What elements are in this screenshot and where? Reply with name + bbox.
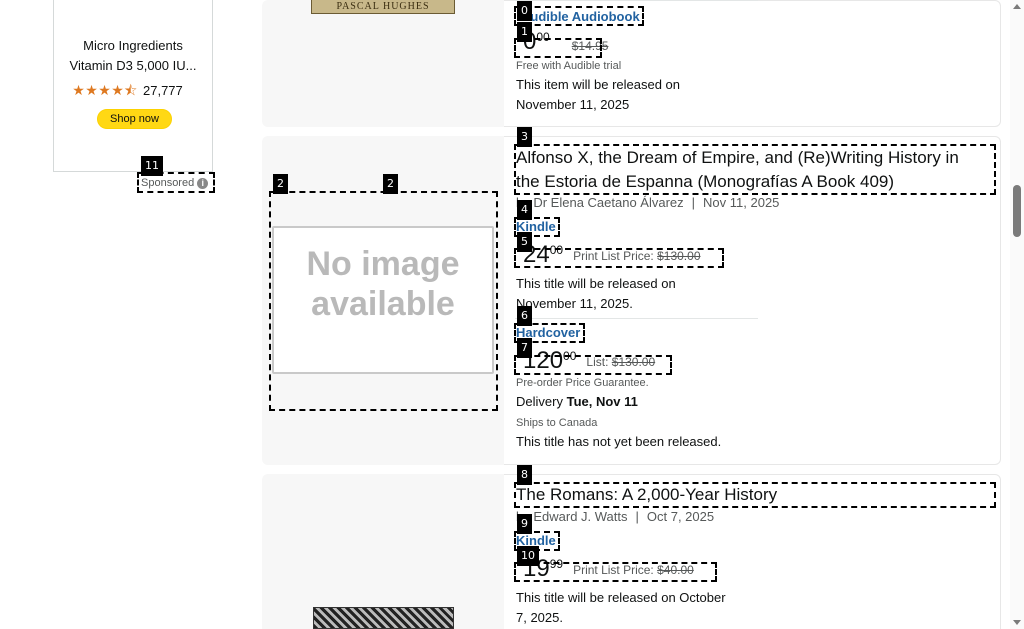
author[interactable]: by Dr Elena Caetano Álvarez	[516, 195, 684, 210]
result-title-link[interactable]: The Romans: A 2,000-Year History	[516, 483, 777, 507]
scroll-up-icon[interactable]	[1013, 4, 1021, 9]
list-price-label: Print List Price:	[573, 249, 654, 263]
label-tag: 1	[517, 22, 532, 42]
title-line: Alfonso X, the Dream of Empire, and (Re)…	[516, 148, 959, 167]
page-scrollbar[interactable]	[1010, 0, 1024, 629]
label-tag: 5	[517, 232, 532, 252]
list-price: $130.00	[657, 249, 701, 263]
book-cover-image[interactable]	[313, 607, 454, 629]
kindle-price[interactable]: 19 99 Print List Price: $40.00	[523, 557, 694, 583]
release-line: This title will be released on	[516, 276, 676, 291]
price-fraction: 00	[563, 349, 577, 363]
info-icon[interactable]: i	[197, 177, 209, 189]
list-price-label: Print List Price:	[573, 563, 654, 577]
divider	[515, 0, 758, 1]
label-tag: 0	[517, 1, 532, 21]
label-tag: 8	[517, 465, 532, 485]
release-note: This title will be released on October 7…	[516, 588, 726, 628]
sponsored-ad-card[interactable]: Micro Ingredients Vitamin D3 5,000 IU...…	[53, 0, 213, 172]
label-tag: 7	[517, 338, 532, 358]
price-fraction: 00	[536, 30, 550, 44]
hardcover-price[interactable]: 120 00 List: $130.00	[523, 349, 655, 375]
audible-audiobook-link[interactable]: Audible Audiobook	[521, 9, 640, 24]
release-line: This title will be released on October	[516, 590, 726, 605]
kindle-price[interactable]: 24 00 Print List Price: $130.00	[523, 243, 701, 269]
result-title-link[interactable]: Alfonso X, the Dream of Empire, and (Re)…	[516, 146, 959, 194]
shop-now-button[interactable]: Shop now	[97, 109, 172, 129]
ad-rating[interactable]: ★ ★ ★ ★ ⯪ 27,777	[72, 83, 183, 98]
byline: by Dr Elena Caetano Álvarez | Nov 11, 2025	[516, 195, 780, 210]
audiobook-price[interactable]: 0 00 $14.95	[523, 30, 608, 62]
delivery-label: Delivery	[516, 394, 563, 409]
preorder-guarantee: Pre-order Price Guarantee.	[516, 377, 649, 389]
release-note: This title will be released on November …	[516, 274, 676, 314]
divider	[515, 318, 758, 319]
list-price: $130.00	[611, 355, 656, 369]
release-note: This item will be released on November 1…	[516, 75, 680, 115]
author[interactable]: by Edward J. Watts	[516, 509, 628, 524]
result-image-column	[262, 0, 504, 127]
price-fraction: 00	[549, 243, 564, 257]
release-line: This item will be released on	[516, 77, 681, 92]
book-cover-image[interactable]: PASCAL HUGHES	[311, 0, 455, 14]
ad-product-title[interactable]: Micro Ingredients Vitamin D3 5,000 IU...	[54, 36, 212, 76]
delivery-date: Tue, Nov 11	[566, 394, 638, 409]
scroll-thumb[interactable]	[1013, 185, 1021, 237]
label-tag: 3	[517, 127, 532, 147]
publish-date: Nov 11, 2025	[703, 195, 780, 210]
release-line: November 11, 2025	[516, 97, 630, 112]
ad-rating-count: 27,777	[143, 83, 183, 98]
list-price: $14.95	[571, 39, 609, 53]
scroll-down-icon[interactable]	[1013, 620, 1021, 625]
not-released-note: This title has not yet been released.	[516, 434, 722, 449]
release-line: 7, 2025.	[516, 610, 563, 625]
label-tag: 2	[383, 174, 398, 194]
title-line: the Estoria de Espanna (Monografías A Bo…	[516, 172, 895, 191]
sponsored-text: Sponsored	[141, 177, 195, 189]
result-image-column	[262, 474, 504, 629]
price-fraction: 99	[549, 557, 564, 571]
star-rating-icon: ★ ★ ★ ★ ⯪	[72, 82, 138, 98]
publish-date: Oct 7, 2025	[646, 509, 715, 524]
ships-to: Ships to Canada	[516, 417, 598, 429]
ad-title-line1: Micro Ingredients	[83, 38, 183, 53]
list-price: $40.00	[657, 563, 694, 577]
label-tag: 6	[517, 306, 532, 326]
byline: by Edward J. Watts | Oct 7, 2025	[516, 509, 715, 524]
sponsored-label[interactable]: Sponsored i	[138, 173, 215, 193]
list-price-label: List:	[586, 355, 609, 369]
label-tag: 2	[273, 174, 288, 194]
no-image-placeholder[interactable]: No image available	[272, 226, 494, 374]
label-tag: 10	[517, 546, 539, 566]
label-tag: 4	[517, 200, 532, 220]
audible-trial-note: Free with Audible trial	[516, 60, 622, 72]
no-image-text: No image available	[306, 245, 460, 323]
delivery-info: Delivery Tue, Nov 11	[516, 392, 638, 412]
release-line: November 11, 2025.	[516, 296, 633, 311]
ad-title-line2: Vitamin D3 5,000 IU...	[69, 58, 197, 73]
label-tag: 9	[517, 514, 532, 534]
